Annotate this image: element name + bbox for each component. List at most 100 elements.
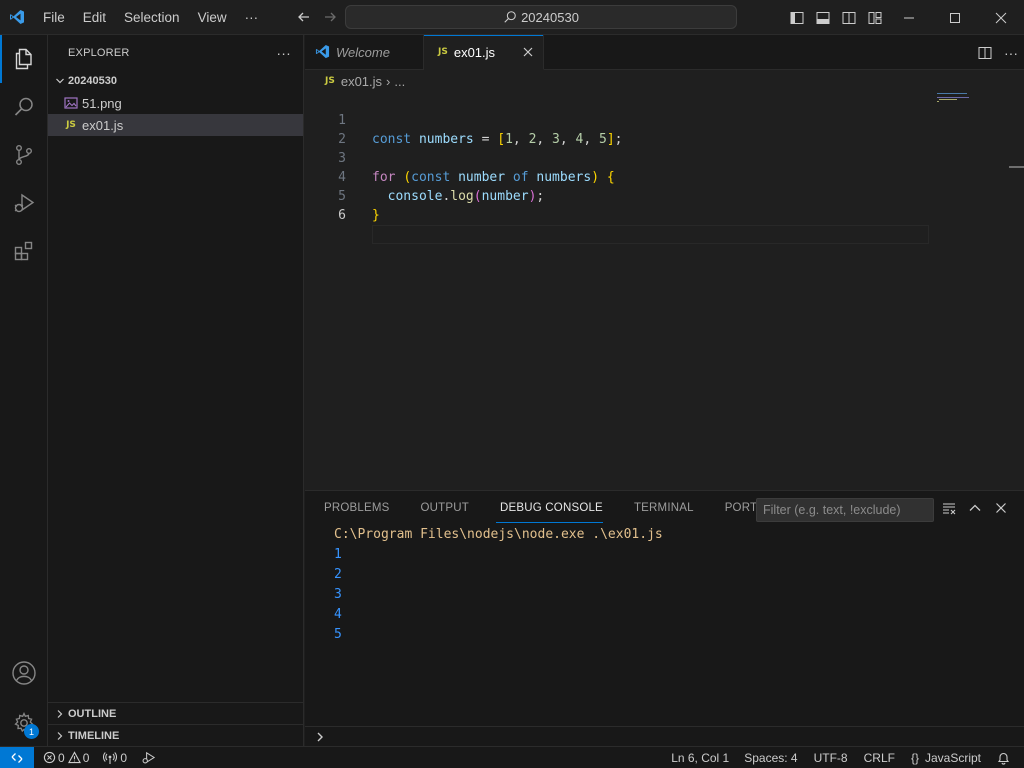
source-control-icon[interactable] [0,131,48,179]
broadcast-icon [103,751,118,764]
title-bar: File Edit Selection View ··· 20240530 [0,0,1024,35]
maximize-icon[interactable] [932,0,978,35]
console-output-line: 5 [334,627,342,642]
status-bar: 0 0 0 Ln 6, Col 1 Spaces: 4 UTF-8 CRLF {… [0,746,1024,768]
warning-icon [67,751,81,764]
debug-console-filter-input[interactable]: Filter (e.g. text, !exclude) [756,498,934,522]
warning-count: 0 [82,750,90,765]
folder-name: 20240530 [68,75,117,87]
editor-tabs: Welcome JS ex01.js ··· [305,35,1024,70]
ports-status[interactable]: 0 [96,747,134,768]
search-icon[interactable] [0,83,48,131]
close-icon[interactable] [523,44,533,60]
minimize-icon[interactable] [886,0,932,35]
more-actions-button[interactable]: ··· [998,35,1024,70]
remote-indicator-icon[interactable] [0,746,34,768]
code-line: 1 const numbers = [1, 2, 3, 4, 5]; [305,92,1024,147]
folder-row[interactable]: 20240530 [48,70,303,92]
status-bar-right: Ln 6, Col 1 Spaces: 4 UTF-8 CRLF {} Java… [664,747,1024,768]
console-output-line: 4 [334,607,342,622]
braces-icon: {} [910,751,919,765]
console-output-line: 1 [334,547,342,562]
explorer-more-button[interactable]: ··· [276,45,291,61]
minimap[interactable] [937,92,977,104]
split-editor-icon[interactable] [972,35,998,70]
notifications-bell-icon[interactable] [989,747,1024,768]
js-file-icon: JS [438,47,448,57]
explorer-sidebar: EXPLORER ··· 20240530 51.png JS ex01.js … [48,35,304,746]
breadcrumb-rest[interactable]: ... [394,74,405,89]
tab-debug-console[interactable]: DEBUG CONSOLE [481,491,615,525]
file-name: 51.png [82,95,122,111]
explorer-icon[interactable] [0,35,48,83]
code-line: 4 console.log(number); [305,149,1024,204]
file-row-ex01-js[interactable]: JS ex01.js [48,114,303,136]
explorer-header: EXPLORER ··· [48,35,303,70]
menu-file[interactable]: File [34,0,74,35]
manage-gear-icon[interactable]: 1 [0,699,48,747]
editor-actions: ··· [972,35,1024,70]
breadcrumb: JS ex01.js › ... [305,70,1024,92]
menu-edit[interactable]: Edit [74,0,115,35]
console-output-line: 3 [334,587,342,602]
debug-console-input[interactable] [305,726,1024,747]
code-line: 3 for (const number of numbers) { [305,130,1024,185]
panel-tabs: PROBLEMS OUTPUT DEBUG CONSOLE TERMINAL P… [305,491,777,525]
tab-terminal[interactable]: TERMINAL [615,491,706,525]
toggle-secondary-sidebar-icon[interactable] [836,0,862,35]
forward-arrow-icon[interactable] [317,0,343,35]
code-line: 2 [305,111,1024,147]
toggle-panel-icon[interactable] [810,0,836,35]
menu-view[interactable]: View [189,0,236,35]
back-arrow-icon[interactable] [291,0,317,35]
manage-badge: 1 [24,724,39,739]
error-count: 0 [58,750,65,765]
code-editor[interactable]: 1 const numbers = [1, 2, 3, 4, 5]; 2 3 f… [305,92,1024,490]
file-row-51-png[interactable]: 51.png [48,92,303,114]
tab-ex01-js[interactable]: JS ex01.js [424,35,544,70]
console-output-line: 2 [334,567,342,582]
tab-problems[interactable]: PROBLEMS [305,491,402,525]
customize-layout-icon[interactable] [862,0,888,35]
menu-more[interactable]: ··· [236,0,268,35]
chevron-down-icon [52,75,68,87]
vscode-logo-icon [0,0,34,35]
bottom-panel: PROBLEMS OUTPUT DEBUG CONSOLE TERMINAL P… [305,490,1024,746]
toggle-primary-sidebar-icon[interactable] [784,0,810,35]
cursor-position[interactable]: Ln 6, Col 1 [664,747,736,768]
current-line-highlight [372,225,929,244]
debug-status-icon[interactable] [134,747,163,768]
indentation[interactable]: Spaces: 4 [736,747,805,768]
clear-console-icon[interactable] [936,491,962,525]
js-file-icon: JS [66,120,76,130]
menu-selection[interactable]: Selection [115,0,189,35]
tab-label: Welcome [336,45,390,60]
breadcrumb-file[interactable]: ex01.js [341,74,382,89]
explorer-title: EXPLORER [68,46,130,59]
console-command: C:\Program Files\nodejs\node.exe .\ex01.… [334,527,663,542]
language-mode[interactable]: {} JavaScript [903,747,989,768]
command-center-search[interactable]: 20240530 [345,5,737,29]
language-label: JavaScript [924,751,981,765]
timeline-title: TIMELINE [68,729,120,742]
tab-welcome[interactable]: Welcome [305,35,424,70]
problems-status[interactable]: 0 0 [36,747,96,768]
extensions-icon[interactable] [0,227,48,275]
chevron-right-icon [52,708,68,720]
code-line-current: 6 [305,187,1024,244]
run-debug-icon[interactable] [0,179,48,227]
maximize-panel-icon[interactable] [962,491,988,525]
encoding[interactable]: UTF-8 [806,747,856,768]
accounts-icon[interactable] [0,649,48,697]
scrollbar-indicator[interactable] [1009,166,1024,168]
outline-section[interactable]: OUTLINE [48,702,303,724]
panel-actions [936,491,1014,525]
timeline-section[interactable]: TIMELINE [48,724,303,746]
tab-output[interactable]: OUTPUT [402,491,481,525]
close-window-icon[interactable] [978,0,1024,35]
image-file-icon [62,97,80,109]
error-icon [43,751,56,764]
close-panel-icon[interactable] [988,491,1014,525]
line-ending[interactable]: CRLF [856,747,903,768]
ports-count: 0 [120,750,128,765]
